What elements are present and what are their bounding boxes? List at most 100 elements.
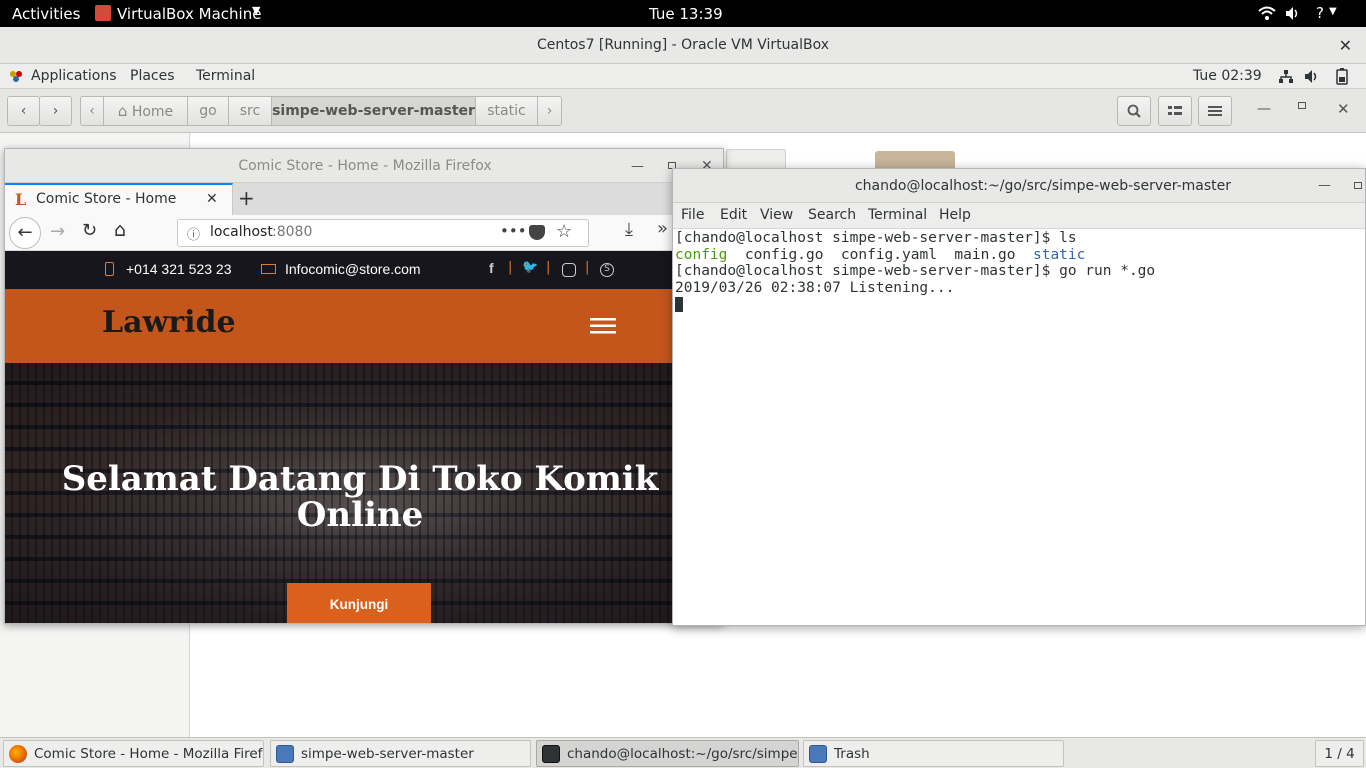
separator: | — [508, 260, 513, 275]
applications-menu[interactable]: Applications — [31, 68, 117, 84]
bookmark-star-icon[interactable]: ☆ — [556, 221, 572, 242]
ls-output-line: config config.go config.yaml main.go sta… — [675, 247, 1365, 264]
system-menu-chevron-icon[interactable]: ▼ — [1329, 6, 1337, 17]
taskbar-item-label: Trash — [834, 746, 870, 762]
taskbar-item-files[interactable]: simpe-web-server-master — [270, 740, 531, 767]
reload-icon[interactable]: ↻ — [82, 220, 97, 241]
skype-icon[interactable]: S — [600, 263, 614, 277]
workspace-indicator: 1 / 4 — [1324, 746, 1355, 762]
site-email[interactable]: Infocomic@store.com — [285, 261, 421, 277]
terminal-menu[interactable]: Terminal — [196, 68, 255, 84]
breadcrumb-src[interactable]: src — [228, 96, 272, 126]
facebook-icon[interactable]: f — [489, 260, 494, 276]
search-icon — [1127, 104, 1141, 118]
breadcrumb-static[interactable]: static — [475, 96, 538, 126]
search-button[interactable] — [1117, 96, 1151, 126]
taskbar-item-label: Comic Store - Home - Mozilla Firefox — [34, 746, 264, 762]
ls-file: config.go — [744, 246, 824, 263]
ls-dir-config: config — [675, 246, 728, 263]
home-icon[interactable]: ⌂ — [114, 219, 126, 241]
folder-icon[interactable] — [875, 151, 955, 169]
view-list-button[interactable] — [1158, 96, 1192, 126]
maximize-icon[interactable] — [1298, 102, 1306, 109]
taskbar-item-terminal[interactable]: chando@localhost:~/go/src/simpe-... — [536, 740, 799, 767]
menu-file[interactable]: File — [681, 207, 704, 223]
firefox-tab-strip: L Comic Store - Home ✕ + — [5, 183, 723, 215]
menu-help[interactable]: Help — [939, 207, 971, 223]
breadcrumb-go[interactable]: go — [187, 96, 229, 126]
places-menu[interactable]: Places — [130, 68, 175, 84]
files-icon — [276, 745, 294, 763]
wifi-icon[interactable] — [1258, 6, 1276, 21]
menu-edit[interactable]: Edit — [720, 207, 747, 223]
back-arrow-icon[interactable]: ← — [9, 217, 41, 249]
close-icon[interactable]: ✕ — [1339, 36, 1352, 55]
terminal-maximize-icon[interactable] — [1354, 182, 1362, 189]
overflow-chevron-icon[interactable]: » — [657, 218, 668, 239]
instagram-icon[interactable] — [562, 263, 576, 277]
breadcrumb-home[interactable]: ⌂ Home — [103, 96, 188, 126]
terminal-line: [chando@localhost simpe-web-server-maste… — [675, 263, 1156, 280]
menu-terminal[interactable]: Terminal — [868, 207, 927, 223]
back-button[interactable]: ‹ — [7, 96, 40, 126]
trash-icon — [809, 745, 827, 763]
web-page: +014 321 523 23 Infocomic@store.com f | … — [5, 251, 723, 623]
app-menu-label[interactable]: VirtualBox Machine — [117, 5, 261, 23]
taskbar-item-firefox[interactable]: Comic Store - Home - Mozilla Firefox — [3, 740, 264, 767]
activities-button[interactable]: Activities — [12, 5, 80, 23]
minimize-icon[interactable]: — — [1257, 101, 1271, 117]
site-logo[interactable]: Lawride — [102, 305, 236, 340]
terminal-minimize-icon[interactable]: — — [1318, 178, 1331, 193]
host-top-bar: Activities VirtualBox Machine ▼ Tue 13:3… — [0, 0, 1366, 27]
breadcrumb-right-arrow[interactable]: › — [537, 96, 562, 126]
help-icon[interactable]: ? — [1316, 4, 1324, 22]
separator: | — [585, 260, 590, 275]
tab-comic-store[interactable]: L Comic Store - Home ✕ — [5, 183, 233, 215]
guest-volume-icon[interactable] — [1304, 69, 1320, 84]
forward-button[interactable]: › — [39, 96, 72, 126]
chevron-down-icon[interactable]: ▼ — [252, 4, 260, 17]
list-view-icon — [1168, 106, 1182, 115]
pocket-icon[interactable] — [529, 225, 545, 240]
host-clock[interactable]: Tue 13:39 — [649, 5, 723, 23]
info-icon: ⓘ — [187, 228, 201, 243]
download-icon[interactable]: ⤓ — [625, 219, 633, 240]
breadcrumb-left-arrow[interactable]: ‹ — [80, 96, 104, 126]
window-list-taskbar: Comic Store - Home - Mozilla Firefox sim… — [0, 737, 1366, 768]
taskbar-item-trash[interactable]: Trash — [803, 740, 1064, 767]
battery-icon[interactable] — [1336, 68, 1348, 85]
url-port: :8080 — [272, 224, 313, 240]
terminal-cursor-line — [675, 296, 1365, 313]
cta-button[interactable]: Kunjungi — [287, 583, 431, 623]
page-actions-icon[interactable]: ••• — [500, 222, 527, 240]
terminal-window-title: chando@localhost:~/go/src/simpe-web-serv… — [854, 178, 1232, 194]
hero-title: Selamat Datang Di Toko Komik Online — [61, 459, 659, 535]
breadcrumb-current[interactable]: simpe-web-server-master — [271, 96, 476, 126]
file-icon[interactable] — [726, 149, 786, 169]
terminal-output[interactable]: [chando@localhost simpe-web-server-maste… — [673, 229, 1365, 625]
virtualbox-window-title: Centos7 [Running] - Oracle VM VirtualBox — [536, 37, 830, 53]
separator: | — [546, 260, 551, 275]
workspace-switcher[interactable]: 1 / 4 — [1315, 740, 1364, 767]
taskbar-item-label: simpe-web-server-master — [301, 746, 474, 762]
site-header: Lawride — [5, 289, 723, 363]
mail-icon — [261, 264, 276, 274]
volume-icon[interactable] — [1285, 6, 1301, 21]
twitter-icon[interactable]: 🐦 — [522, 260, 538, 275]
firefox-minimize-icon[interactable]: — — [631, 159, 644, 174]
menu-search[interactable]: Search — [808, 207, 856, 223]
network-icon[interactable] — [1278, 69, 1294, 84]
files-close-icon[interactable]: ✕ — [1337, 100, 1350, 118]
guest-clock[interactable]: Tue 02:39 — [1193, 68, 1262, 84]
tab-close-icon[interactable]: ✕ — [206, 191, 218, 207]
site-phone[interactable]: +014 321 523 23 — [126, 261, 232, 277]
menu-view[interactable]: View — [760, 207, 793, 223]
hero-section: Selamat Datang Di Toko Komik Online Kunj… — [5, 363, 723, 623]
terminal-window: chando@localhost:~/go/src/simpe-web-serv… — [672, 168, 1366, 626]
forward-arrow-icon[interactable]: → — [50, 221, 65, 242]
new-tab-icon[interactable]: + — [238, 186, 255, 210]
url-bar[interactable]: ⓘ localhost :8080 ••• ☆ — [177, 219, 589, 247]
site-menu-icon[interactable] — [590, 317, 616, 335]
menu-button[interactable] — [1198, 96, 1232, 126]
home-icon: ⌂ — [117, 102, 128, 120]
